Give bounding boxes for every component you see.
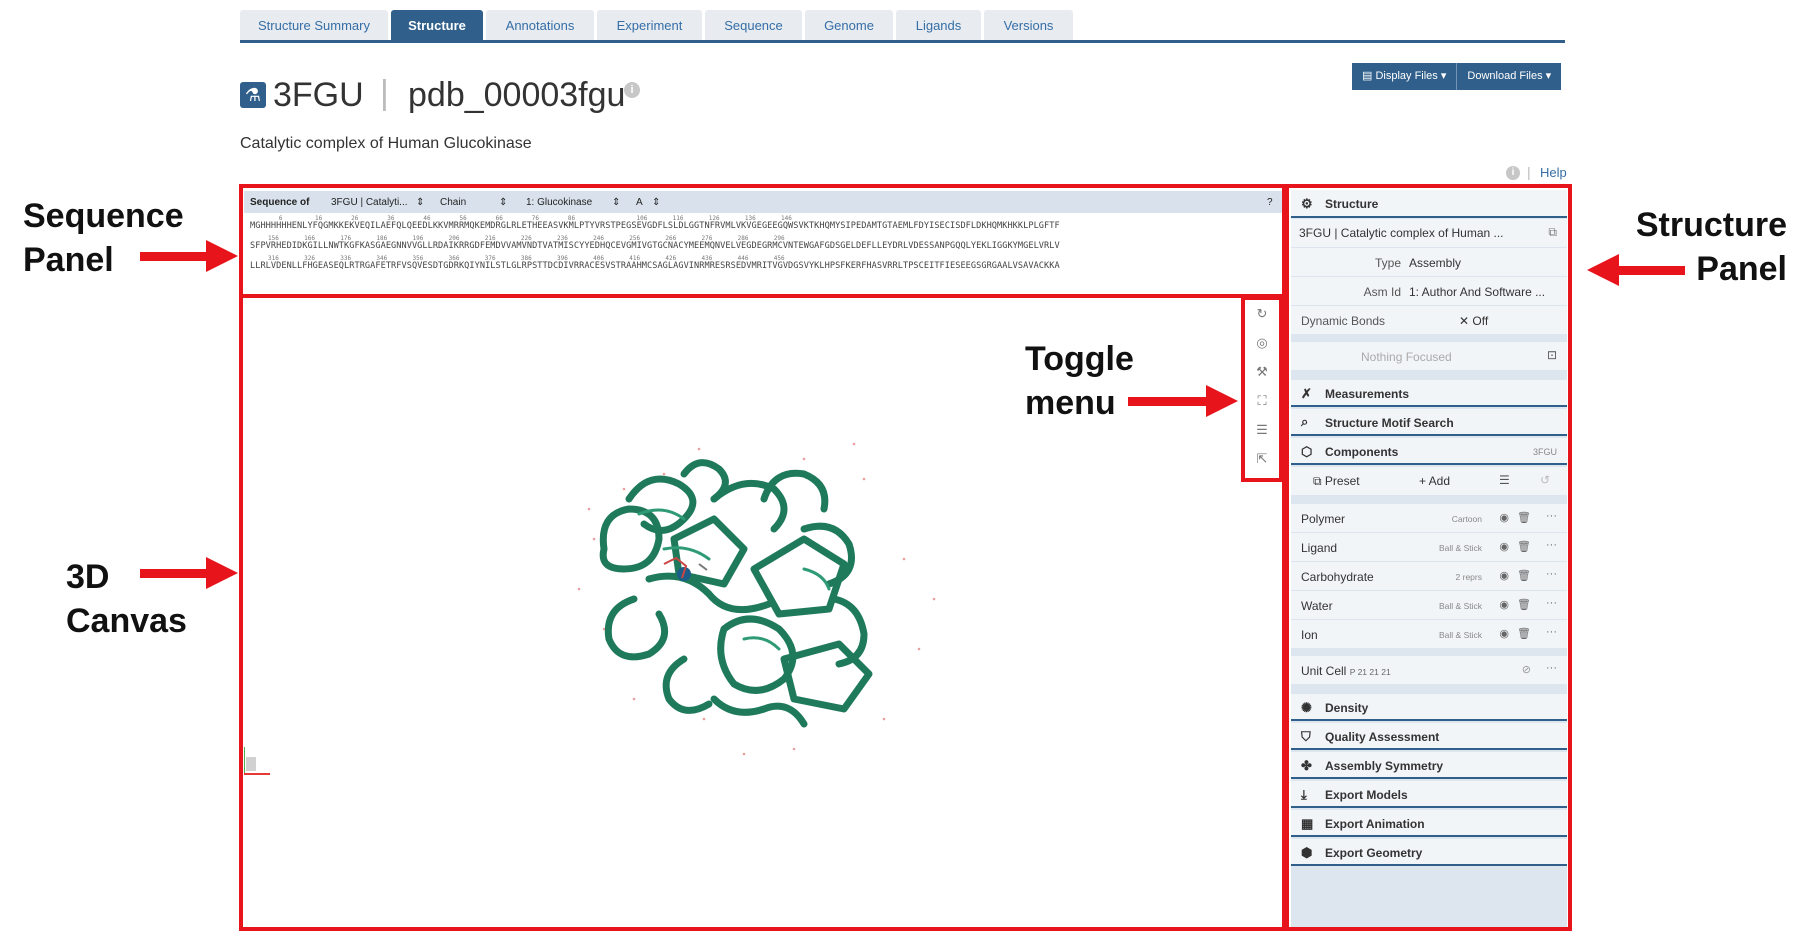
annotation-arrows bbox=[140, 240, 1685, 589]
